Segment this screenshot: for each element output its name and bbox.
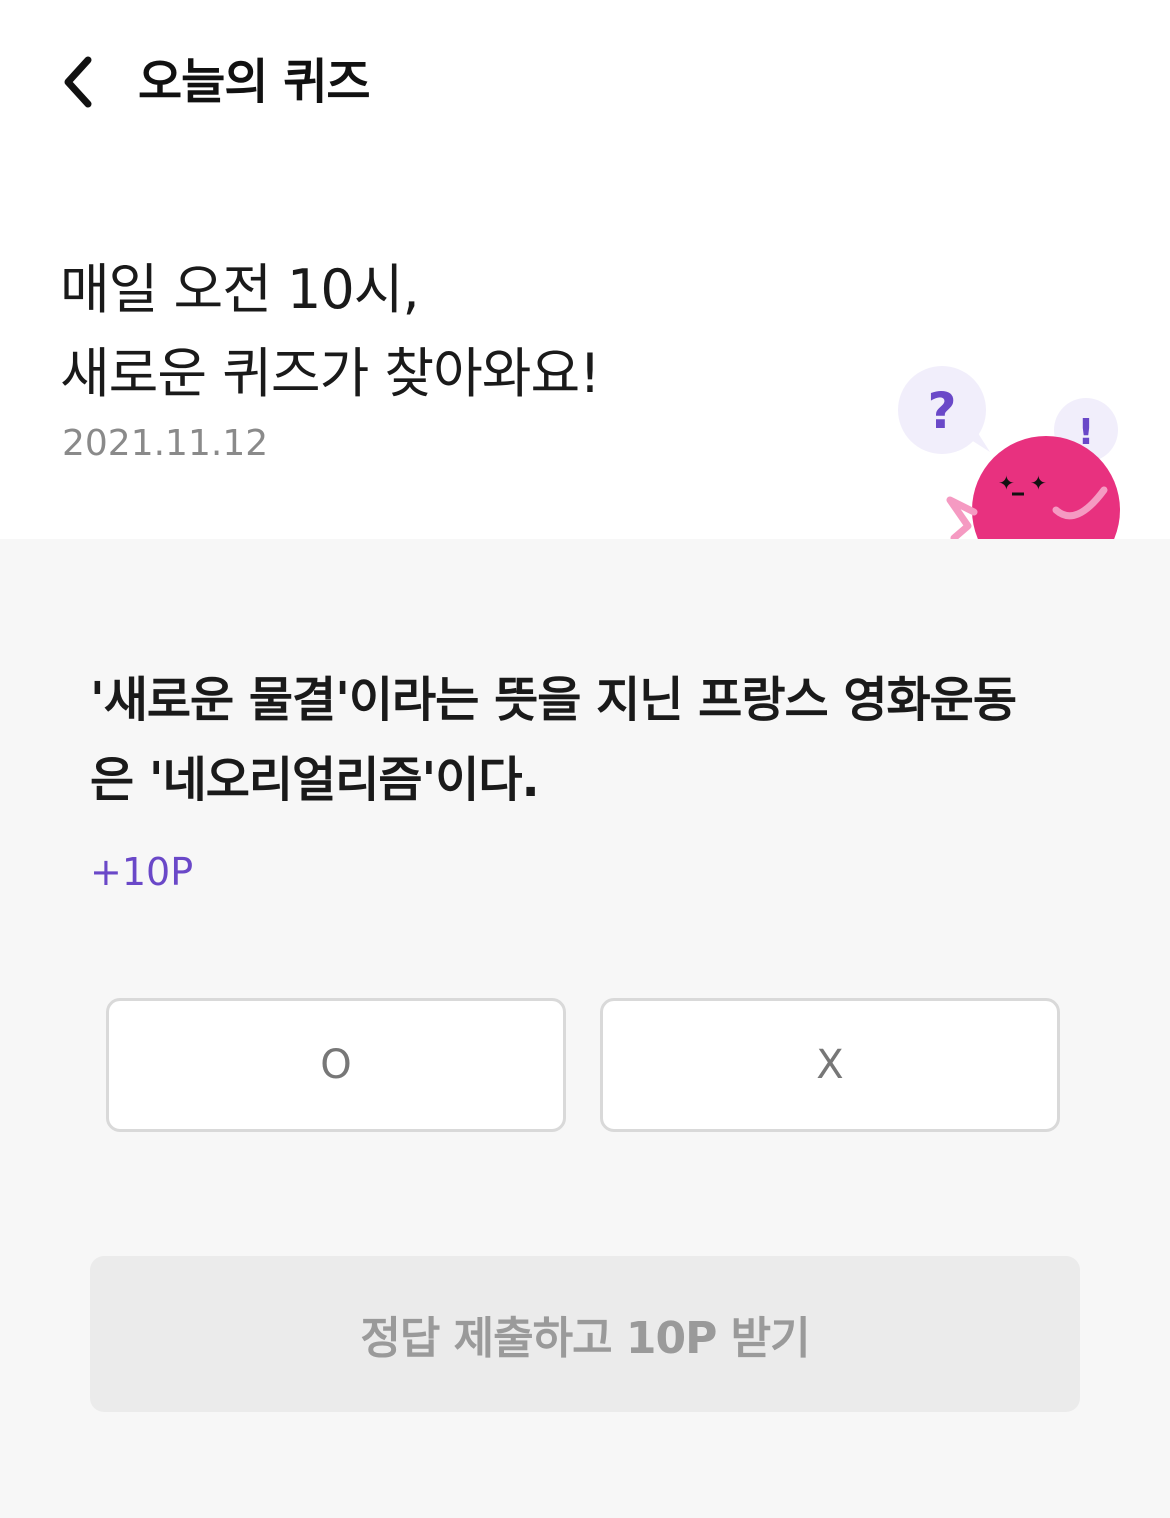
question-line-2: 은 '네오리얼리즘'이다.	[90, 752, 540, 808]
page-title: 오늘의 퀴즈	[138, 54, 371, 110]
quiz-question: '새로운 물결'이라는 뜻을 지닌 프랑스 영화운동 은 '네오리얼리즘'이다.	[90, 660, 1090, 820]
back-button[interactable]	[50, 48, 114, 112]
header-section: 오늘의 퀴즈 매일 오전 10시, 새로운 퀴즈가 찾아와요! 2021.11.…	[0, 0, 1170, 539]
answer-o-button[interactable]: O	[106, 998, 566, 1132]
intro-line-2: 새로운 퀴즈가 찾아와요!	[60, 342, 601, 405]
question-mark-icon: ?	[927, 382, 956, 440]
mascot-illustration: ? ! ✦ ✦	[890, 360, 1150, 539]
intro-line-1: 매일 오전 10시,	[60, 258, 420, 321]
quiz-date: 2021.11.12	[62, 423, 269, 464]
question-line-1: '새로운 물결'이라는 뜻을 지닌 프랑스 영화운동	[90, 672, 1017, 728]
intro-text: 매일 오전 10시, 새로운 퀴즈가 찾아와요!	[60, 248, 601, 416]
svg-text:✦: ✦	[1030, 471, 1047, 495]
submit-answer-button[interactable]: 정답 제출하고 10P 받기	[90, 1256, 1080, 1412]
svg-text:✦: ✦	[998, 471, 1015, 495]
reward-points: +10P	[90, 850, 194, 894]
answer-x-button[interactable]: X	[600, 998, 1060, 1132]
chevron-left-icon	[64, 56, 92, 108]
